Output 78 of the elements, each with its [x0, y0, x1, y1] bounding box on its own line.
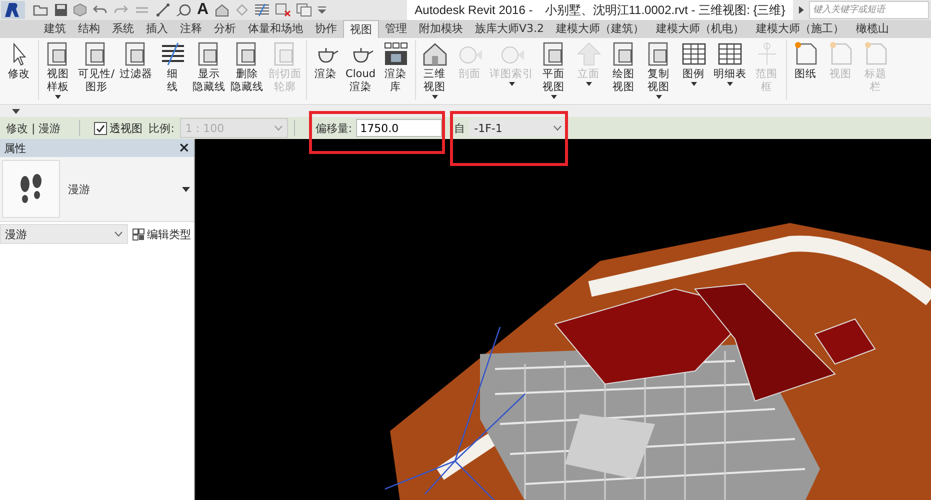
text-tool[interactable]: A — [197, 1, 209, 19]
close-windows-icon[interactable] — [274, 3, 291, 17]
ribbon-button[interactable]: 删除 隐藏线 — [230, 40, 265, 99]
ribbon-tab[interactable]: 橄榄山 — [850, 20, 896, 38]
ribbon-tab[interactable]: 建模大师（机电） — [650, 20, 750, 38]
ribbon-tab[interactable]: 分析 — [208, 20, 242, 38]
scale-label: 比例: — [148, 120, 174, 136]
ribbon-button[interactable]: Cloud 渲染 — [344, 40, 377, 94]
ribbon-button[interactable]: 显示 隐藏线 — [192, 40, 227, 99]
ribbon-button[interactable]: 平面 视图 — [538, 40, 570, 99]
ribbon-tab[interactable]: 族库大师V3.2 — [469, 20, 550, 38]
instance-dropdown[interactable]: 漫游 — [0, 224, 128, 244]
mode-label: 修改 | 漫游 — [6, 120, 62, 136]
close-button[interactable]: × — [178, 140, 190, 156]
ribbon-tab[interactable]: 协作 — [309, 20, 343, 38]
ribbon-button[interactable]: 渲染 库 — [380, 40, 412, 94]
ribbon-button[interactable]: 视图 样板 — [42, 40, 74, 99]
ribbon-button[interactable]: 复制 视图 — [642, 40, 675, 99]
dimension-icon[interactable] — [155, 3, 171, 17]
search-field[interactable]: 键入关键字或短语 — [809, 1, 929, 19]
caret-icon — [508, 82, 515, 86]
caret-icon — [55, 95, 61, 99]
document-title: 小别墅、沈明江11.0002.rvt - 三维视图: {三维} — [544, 2, 786, 18]
ribbon-tab[interactable]: 管理 — [379, 20, 413, 38]
ribbon-button[interactable]: 修改 — [3, 40, 35, 81]
checkbox[interactable] — [94, 122, 107, 134]
house-icon[interactable] — [214, 3, 230, 17]
ribbon-tab[interactable]: 视图 — [343, 20, 379, 38]
caret-icon — [727, 82, 734, 86]
expand-icon[interactable] — [797, 5, 805, 15]
folder-icon[interactable] — [33, 3, 49, 17]
ribbon-button[interactable]: 过滤器 — [118, 40, 154, 99]
type-name: 漫游 — [67, 182, 91, 196]
ribbon-tab[interactable]: 注释 — [174, 20, 208, 38]
arrow-up-icon — [574, 40, 603, 68]
level-label: 自 — [454, 120, 466, 136]
save-icon[interactable] — [54, 3, 68, 17]
ribbon-button[interactable]: 图纸 — [790, 40, 822, 94]
footprints-icon — [18, 174, 44, 204]
ribbon-button[interactable]: 图例 — [678, 40, 710, 99]
offset-label: 偏移量: — [315, 120, 352, 136]
caret-icon — [550, 95, 557, 99]
grid-icon — [132, 228, 145, 240]
checkbox-label: 透视图 — [110, 120, 143, 136]
chevron-icon — [553, 125, 562, 131]
cube-icon[interactable] — [73, 3, 87, 17]
ribbon-tab[interactable]: 建筑 — [38, 20, 72, 38]
offset-field[interactable]: 1750.0 — [356, 119, 442, 137]
lines-icon[interactable] — [254, 3, 270, 17]
ribbon-button[interactable]: 明细表 — [712, 40, 748, 99]
caret-icon — [690, 82, 697, 86]
ribbon-tab[interactable]: 结构 — [72, 20, 106, 38]
switch-windows-icon[interactable] — [296, 3, 312, 17]
ribbon-button[interactable]: 可见性/ 图形 — [77, 40, 116, 99]
caret-icon — [656, 95, 662, 99]
caret-icon[interactable] — [182, 186, 190, 192]
window-title: Autodesk Revit 2016 - — [414, 3, 533, 17]
chevron-icon — [114, 231, 123, 237]
ribbon-button[interactable]: 细 线 — [156, 40, 189, 99]
caret-icon — [586, 82, 592, 86]
ribbon-tab[interactable]: 系统 — [106, 20, 140, 38]
app-menu-icon[interactable] — [0, 0, 26, 20]
ribbon-tab[interactable]: 建模大师（建筑） — [550, 20, 650, 38]
panel-title: 属性 — [4, 140, 26, 156]
ribbon-button[interactable]: 绘图 视图 — [608, 40, 640, 99]
grid-icon — [382, 40, 410, 68]
edit-type-button[interactable]: 编辑类型 — [130, 226, 193, 242]
ribbon-tab[interactable]: 建模大师（施工） — [750, 20, 850, 38]
ribbon-tab[interactable]: 体量和场地 — [242, 20, 309, 38]
ribbon-tab[interactable]: 插入 — [140, 20, 174, 38]
ribbon-tab[interactable]: 附加模块 — [413, 20, 469, 38]
ribbon-button[interactable]: 三维 视图 — [418, 40, 451, 99]
ribbon-button[interactable]: 渲染 — [310, 40, 342, 94]
caret-icon[interactable] — [12, 108, 20, 114]
level-dropdown[interactable]: -1F-1 — [469, 119, 568, 137]
caret-icon — [432, 95, 438, 99]
chevron-icon — [274, 125, 284, 131]
3d-viewport[interactable] — [195, 139, 931, 500]
